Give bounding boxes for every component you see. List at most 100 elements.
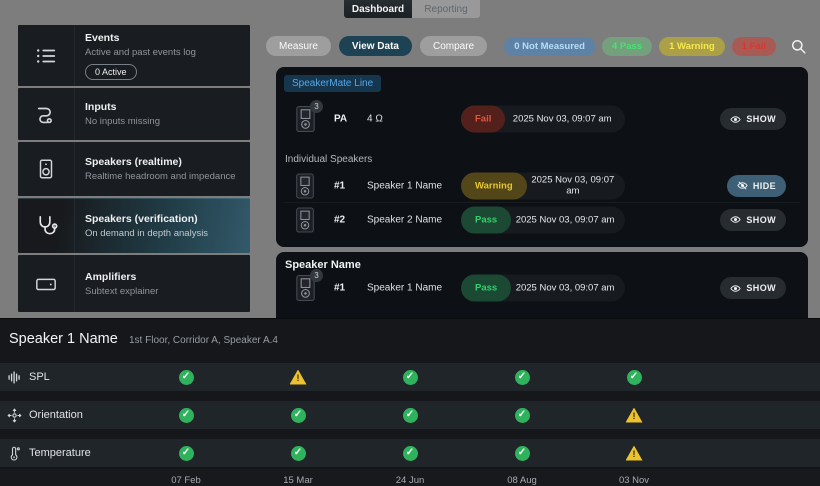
metric-row-orientation: Orientation	[0, 401, 820, 429]
status-cell	[515, 370, 530, 385]
sidebar-item-title: Amplifiers	[85, 271, 158, 283]
speaker-row-2[interactable]: #2 Speaker 2 Name Pass 2025 Nov 03, 09:0…	[284, 202, 800, 236]
badge-warning[interactable]: 1 Warning	[659, 37, 725, 56]
badge-pass[interactable]: 4 Pass	[602, 37, 652, 56]
eye-icon	[730, 114, 741, 125]
metric-label: SPL	[29, 371, 50, 383]
individual-speakers-label: Individual Speakers	[285, 154, 372, 165]
status-cell	[179, 446, 194, 461]
view-data-button[interactable]: View Data	[339, 36, 412, 56]
timestamp: 2025 Nov 03, 09:07 am	[527, 175, 625, 197]
top-tab-bar: Dashboard Reporting	[344, 0, 480, 18]
status-cell	[515, 408, 530, 423]
badge-not-measured[interactable]: 0 Not Measured	[504, 37, 595, 56]
sidebar-item-title: Speakers (verification)	[85, 213, 208, 225]
eye-icon	[730, 283, 741, 294]
status-pill: Pass	[461, 275, 511, 302]
speaker-icon	[18, 142, 75, 196]
sidebar-item-subtitle: Active and past events log	[85, 47, 196, 58]
cable-icon	[18, 88, 75, 140]
sidebar-item-title: Events	[85, 32, 196, 44]
speaker-detail-overlay: Speaker 1 Name 1st Floor, Corridor A, Sp…	[0, 318, 820, 486]
measure-button[interactable]: Measure	[266, 36, 331, 56]
metric-row-temperature: Temperature	[0, 439, 820, 467]
timestamp: 2025 Nov 03, 09:07 am	[511, 214, 625, 225]
badge-fail[interactable]: 1 Fail	[732, 37, 776, 56]
speakermate-line-tag: SpeakerMate Line	[284, 75, 381, 92]
date-label: 08 Aug	[507, 475, 537, 486]
metric-label: Orientation	[29, 409, 83, 421]
sidebar-item-speakers-realtime[interactable]: Speakers (realtime) Realtime headroom an…	[18, 142, 250, 196]
status-cell	[403, 370, 418, 385]
metric-label: Temperature	[29, 447, 91, 459]
waveform-icon	[7, 370, 22, 385]
status-cell	[291, 408, 306, 423]
row-name: Speaker 1 Name	[367, 283, 442, 294]
amplifier-icon	[18, 255, 75, 312]
sidebar-item-subtitle: Realtime headroom and impedance	[85, 171, 236, 182]
status-cell	[627, 370, 642, 385]
detail-title: Speaker 1 Name	[9, 331, 118, 347]
metric-row-spl: SPL	[0, 363, 820, 391]
row-impedance: 4 Ω	[367, 114, 383, 125]
eye-icon	[730, 214, 741, 225]
search-icon[interactable]	[788, 36, 808, 56]
tab-reporting[interactable]: Reporting	[412, 0, 480, 18]
tab-dashboard[interactable]: Dashboard	[344, 0, 412, 18]
row-id: #1	[334, 180, 345, 191]
row-id: #1	[334, 283, 345, 294]
detail-subtitle: 1st Floor, Corridor A, Speaker A.4	[129, 335, 278, 346]
speaker-count-badge: 3	[310, 269, 323, 282]
speaker-row-1[interactable]: #1 Speaker 1 Name Warning 2025 Nov 03, 0…	[284, 169, 800, 202]
show-button[interactable]: SHOW	[720, 108, 786, 130]
speaker-count-badge: 3	[310, 100, 323, 113]
timestamp: 2025 Nov 03, 09:07 am	[511, 283, 625, 294]
status-count-badges: 0 Not Measured 4 Pass 1 Warning 1 Fail	[504, 37, 776, 56]
app-window: Dashboard Reporting Events Active and pa…	[0, 0, 820, 486]
status-pill: Pass	[461, 206, 511, 233]
sidebar-item-inputs[interactable]: Inputs No inputs missing	[18, 88, 250, 140]
hide-button[interactable]: HIDE	[727, 175, 786, 197]
status-cell	[179, 408, 194, 423]
speaker-row[interactable]: 3 #1 Speaker 1 Name Pass 2025 Nov 03, 09…	[284, 268, 800, 308]
status-timestamp-group: Pass 2025 Nov 03, 09:07 am	[461, 206, 625, 233]
status-pill: Warning	[461, 172, 527, 199]
show-button[interactable]: SHOW	[720, 209, 786, 231]
sidebar-item-amplifiers[interactable]: Amplifiers Subtext explainer	[18, 255, 250, 312]
status-cell	[291, 446, 306, 461]
status-cell	[179, 370, 194, 385]
temperature-icon	[7, 446, 22, 461]
speaker-cabinet-icon: 3	[296, 106, 315, 132]
date-label: 24 Jun	[396, 475, 425, 486]
sidebar-item-title: Inputs	[85, 101, 160, 113]
sidebar: Events Active and past events log 0 Acti…	[18, 25, 250, 312]
show-button[interactable]: SHOW	[720, 277, 786, 299]
sidebar-item-subtitle: Subtext explainer	[85, 286, 158, 297]
events-active-badge: 0 Active	[85, 64, 137, 80]
row-id: PA	[334, 114, 347, 125]
date-label: 03 Nov	[619, 475, 649, 486]
status-pill: Fail	[461, 106, 505, 133]
row-name: Speaker 1 Name	[367, 180, 442, 191]
sidebar-item-speakers-verification[interactable]: Speakers (verification) On demand in dep…	[18, 198, 250, 253]
status-cell	[515, 446, 530, 461]
status-cell	[403, 446, 418, 461]
row-id: #2	[334, 214, 345, 225]
view-mode-buttons: Measure View Data Compare	[266, 36, 487, 56]
eye-off-icon	[737, 180, 748, 191]
status-timestamp-group: Pass 2025 Nov 03, 09:07 am	[461, 275, 625, 302]
pa-line-row[interactable]: 3 PA 4 Ω Fail 2025 Nov 03, 09:07 am SHOW	[284, 99, 800, 139]
row-name: Speaker 2 Name	[367, 214, 442, 225]
speaker-cabinet-icon	[296, 207, 315, 232]
sidebar-item-subtitle: No inputs missing	[85, 116, 160, 127]
speaker-cabinet-icon	[296, 173, 315, 198]
sidebar-item-title: Speakers (realtime)	[85, 156, 236, 168]
status-timestamp-group: Warning 2025 Nov 03, 09:07 am	[461, 172, 625, 199]
sidebar-item-events[interactable]: Events Active and past events log 0 Acti…	[18, 25, 250, 86]
date-label: 07 Feb	[171, 475, 201, 486]
timestamp: 2025 Nov 03, 09:07 am	[505, 114, 625, 125]
status-cell	[290, 370, 307, 385]
date-label: 15 Mar	[283, 475, 313, 486]
compare-button[interactable]: Compare	[420, 36, 487, 56]
sidebar-item-subtitle: On demand in depth analysis	[85, 228, 208, 239]
